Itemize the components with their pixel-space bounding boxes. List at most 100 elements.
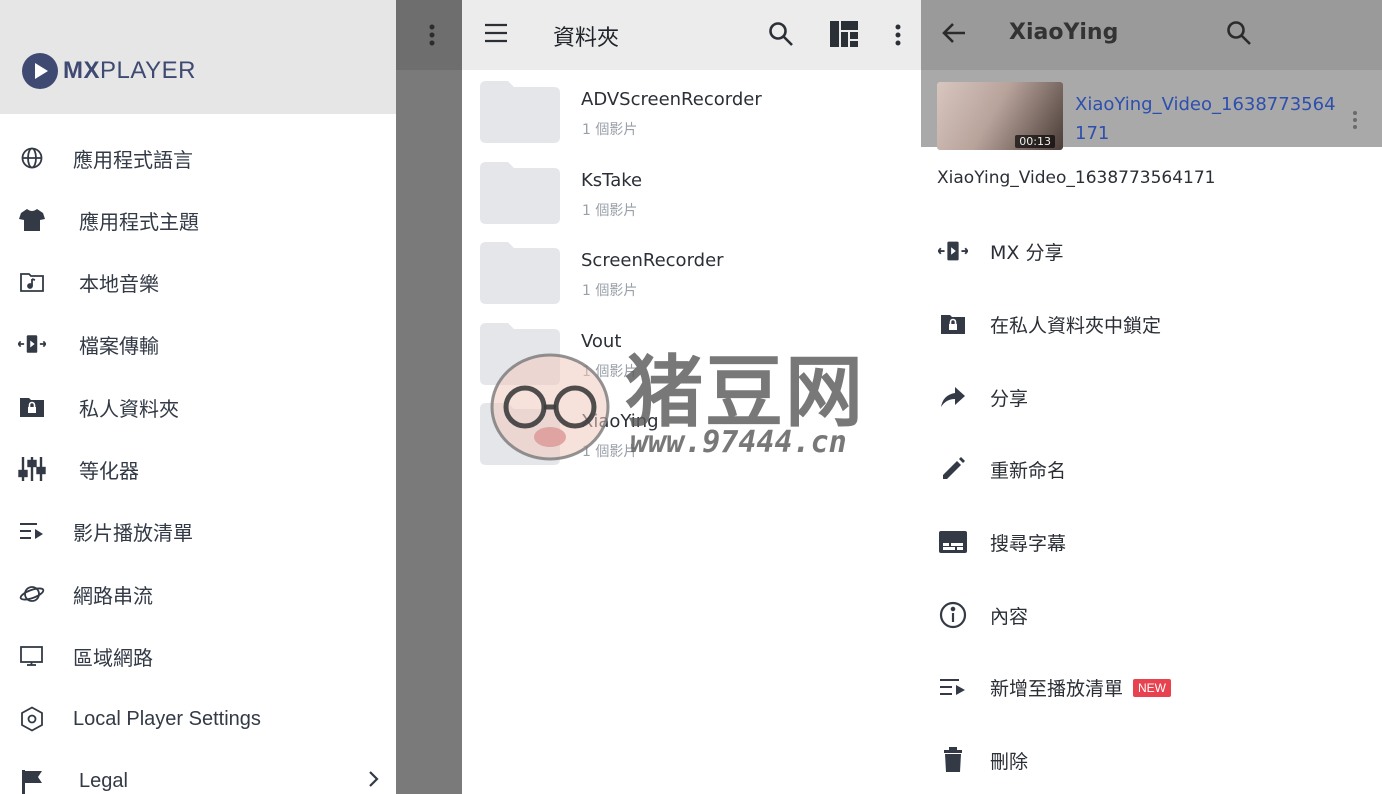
action-label: 搜尋字幕 xyxy=(990,533,1067,555)
trash-icon xyxy=(938,745,968,775)
folder-name: KsTake xyxy=(581,170,643,191)
nav-item-legal[interactable]: Legal xyxy=(0,750,396,794)
transfer-icon xyxy=(18,330,46,358)
action-label: 刪除 xyxy=(990,751,1029,773)
video-duration: 00:13 xyxy=(1015,135,1055,148)
share-arrow-icon xyxy=(938,382,968,412)
flag-icon xyxy=(18,767,46,794)
action-label: 在私人資料夾中鎖定 xyxy=(990,315,1162,337)
nav-item-app-theme[interactable]: 應用程式主題 xyxy=(0,189,396,251)
logo-text-bold: MX xyxy=(63,57,100,84)
nav-item-network-stream[interactable]: 網路串流 xyxy=(0,563,396,625)
add-playlist-icon xyxy=(938,672,968,702)
globe-icon xyxy=(18,144,46,172)
nav-item-local-network[interactable]: 區域網路 xyxy=(0,625,396,687)
action-search-subtitles[interactable]: 搜尋字幕 xyxy=(921,505,1382,578)
monitor-icon xyxy=(18,642,46,670)
action-label: 分享 xyxy=(990,388,1029,410)
nav-label: 網路串流 xyxy=(73,583,153,608)
folder-row[interactable]: KsTake 1 個影片 xyxy=(462,152,921,232)
folder-icon xyxy=(480,81,560,143)
playlist-icon xyxy=(18,517,46,545)
nav-label: 區域網路 xyxy=(73,645,153,670)
folder-icon xyxy=(480,242,560,304)
action-properties[interactable]: 內容 xyxy=(921,578,1382,651)
folder-name: Vout xyxy=(581,331,622,352)
nav-label: Local Player Settings xyxy=(73,707,261,730)
tshirt-icon xyxy=(18,206,46,234)
nav-item-private-folder[interactable]: 私人資料夾 xyxy=(0,376,396,438)
dimmed-toolbar xyxy=(396,0,462,70)
action-delete[interactable]: 刪除 xyxy=(921,723,1382,794)
settings-hex-icon xyxy=(18,705,46,733)
more-vert-icon[interactable] xyxy=(1352,110,1358,134)
file-options-screen: XiaoYing 00:13 XiaoYing_Video_1638773564… xyxy=(921,0,1382,794)
nav-item-equalizer[interactable]: 等化器 xyxy=(0,438,396,500)
nav-item-local-music[interactable]: 本地音樂 xyxy=(0,251,396,313)
video-thumbnail: 00:13 xyxy=(937,82,1063,150)
chevron-right-icon xyxy=(368,769,380,794)
folder-count: 1 個影片 xyxy=(582,444,638,460)
nav-label: Legal xyxy=(79,769,128,792)
equalizer-icon xyxy=(18,455,46,483)
page-title: 資料夾 xyxy=(553,26,620,51)
action-label: MX 分享 xyxy=(990,242,1064,264)
folder-count: 1 個影片 xyxy=(582,122,638,138)
folder-count: 1 個影片 xyxy=(582,203,638,219)
folder-name: ScreenRecorder xyxy=(581,250,724,271)
mx-player-logo: MXPLAYER xyxy=(22,53,196,89)
folder-row[interactable]: XiaoYing 1 個影片 xyxy=(462,393,921,473)
music-folder-icon xyxy=(18,268,46,296)
lock-folder-icon xyxy=(938,309,968,339)
more-vert-icon[interactable] xyxy=(895,24,901,50)
nav-label: 本地音樂 xyxy=(79,271,159,296)
folder-count: 1 個影片 xyxy=(582,364,638,380)
back-arrow-icon[interactable] xyxy=(942,22,966,48)
action-label: 重新命名 xyxy=(990,460,1067,482)
nav-item-file-transfer[interactable]: 檔案傳輸 xyxy=(0,313,396,375)
nav-label: 等化器 xyxy=(79,458,139,483)
search-icon[interactable] xyxy=(1226,20,1252,50)
folder-name: XiaoYing xyxy=(581,411,659,432)
action-label: 內容 xyxy=(990,606,1029,628)
subtitles-icon xyxy=(938,527,968,557)
mx-share-icon xyxy=(938,236,968,266)
video-title-link[interactable]: XiaoYing_Video_1638773564171 xyxy=(1075,90,1340,148)
stream-icon xyxy=(18,580,46,608)
sheet-filename: XiaoYing_Video_1638773564171 xyxy=(937,168,1216,188)
folder-row[interactable]: ADVScreenRecorder 1 個影片 xyxy=(462,71,921,151)
nav-item-local-player-settings[interactable]: Local Player Settings xyxy=(0,688,396,750)
action-lock-private-folder[interactable]: 在私人資料夾中鎖定 xyxy=(921,287,1382,360)
video-row[interactable]: 00:13 XiaoYing_Video_1638773564171 xyxy=(921,70,1382,150)
folder-icon xyxy=(480,403,560,465)
folder-name: ADVScreenRecorder xyxy=(581,89,762,110)
more-vert-icon[interactable] xyxy=(429,24,435,50)
search-icon[interactable] xyxy=(768,21,794,51)
page-title: XiaoYing xyxy=(1009,20,1119,45)
logo-text-normal: PLAYER xyxy=(100,57,196,84)
dimmed-top-app-bar: XiaoYing xyxy=(921,0,1382,70)
action-rename[interactable]: 重新命名 xyxy=(921,432,1382,505)
drawer-header: MXPLAYER xyxy=(0,0,396,114)
top-app-bar: 資料夾 xyxy=(462,0,921,70)
play-logo-icon xyxy=(22,53,58,89)
pencil-icon xyxy=(938,454,968,484)
action-share[interactable]: 分享 xyxy=(921,360,1382,433)
view-layout-icon[interactable] xyxy=(830,21,858,51)
folder-count: 1 個影片 xyxy=(582,283,638,299)
action-add-to-playlist[interactable]: 新增至播放清單 NEW xyxy=(921,650,1382,723)
nav-label: 影片播放清單 xyxy=(73,520,193,545)
nav-item-app-language[interactable]: 應用程式語言 xyxy=(0,127,396,189)
folder-icon xyxy=(480,323,560,385)
action-label: 新增至播放清單 NEW xyxy=(990,674,1172,701)
menu-icon[interactable] xyxy=(485,23,507,47)
folder-row[interactable]: ScreenRecorder 1 個影片 xyxy=(462,232,921,312)
nav-label: 應用程式主題 xyxy=(79,209,199,234)
folder-row[interactable]: Vout 1 個影片 xyxy=(462,313,921,393)
private-folder-icon xyxy=(18,393,46,421)
nav-label: 檔案傳輸 xyxy=(79,333,159,358)
nav-item-video-playlist[interactable]: 影片播放清單 xyxy=(0,500,396,562)
nav-label: 私人資料夾 xyxy=(79,396,179,421)
dimmed-background xyxy=(396,0,462,794)
action-mx-share[interactable]: MX 分享 xyxy=(921,214,1382,287)
